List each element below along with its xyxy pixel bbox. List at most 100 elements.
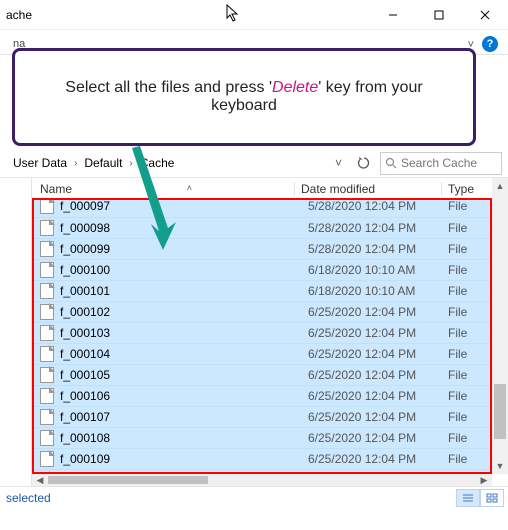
file-rows: f_000097 5/28/2020 12:04 PM File f_00009… [32, 200, 492, 474]
file-name: f_000102 [60, 305, 110, 319]
file-icon [40, 451, 54, 467]
file-type: File [448, 452, 492, 466]
search-input[interactable] [401, 156, 485, 170]
file-icon [40, 304, 54, 320]
file-date: 6/25/2020 12:04 PM [308, 431, 448, 445]
file-list: Name ˄ Date modified Type f_000097 5/28/… [32, 178, 508, 486]
scroll-up-icon[interactable]: ▲ [492, 178, 508, 194]
details-view-button[interactable] [456, 489, 480, 507]
maximize-icon [434, 10, 444, 20]
file-type: File [448, 242, 492, 256]
file-name: f_000097 [60, 200, 110, 213]
scroll-left-icon[interactable]: ◀ [32, 474, 48, 486]
file-date: 6/25/2020 12:04 PM [308, 452, 448, 466]
file-icon [40, 241, 54, 257]
cursor-icon [226, 4, 242, 24]
scroll-thumb[interactable] [48, 476, 208, 484]
file-type: File [448, 326, 492, 340]
refresh-button[interactable] [352, 152, 376, 175]
file-date: 6/18/2020 10:10 AM [308, 263, 448, 277]
file-row[interactable]: f_000103 6/25/2020 12:04 PM File [32, 323, 492, 344]
file-name: f_000101 [60, 284, 110, 298]
large-icons-view-button[interactable] [480, 489, 504, 507]
file-date: 6/25/2020 12:04 PM [308, 326, 448, 340]
callout-keyword: Delete [272, 79, 318, 96]
file-row[interactable]: f_000108 6/25/2020 12:04 PM File [32, 428, 492, 449]
column-name-label: Name [40, 182, 72, 196]
main-area: Name ˄ Date modified Type f_000097 5/28/… [0, 178, 508, 486]
refresh-icon [357, 156, 371, 170]
help-icon[interactable]: ? [482, 36, 498, 52]
file-icon [40, 325, 54, 341]
address-row: User Data › Default › Cache ˅ [0, 149, 508, 177]
breadcrumb-seg-1[interactable]: User Data [10, 156, 70, 170]
column-date[interactable]: Date modified [301, 182, 441, 196]
file-row[interactable]: f_000098 5/28/2020 12:04 PM File [32, 218, 492, 239]
file-name: f_000108 [60, 431, 110, 445]
breadcrumb-dropdown-icon[interactable]: ˅ [329, 156, 348, 170]
file-name: f_000099 [60, 242, 110, 256]
search-box[interactable] [380, 152, 502, 175]
window-title: ache [6, 8, 32, 22]
file-date: 6/25/2020 12:04 PM [308, 389, 448, 403]
file-row[interactable]: f_000107 6/25/2020 12:04 PM File [32, 407, 492, 428]
file-name: f_000104 [60, 347, 110, 361]
file-name: f_000105 [60, 368, 110, 382]
file-type: File [448, 263, 492, 277]
file-row[interactable]: f_000099 5/28/2020 12:04 PM File [32, 239, 492, 260]
column-type[interactable]: Type [448, 182, 492, 196]
file-row[interactable]: f_000101 6/18/2020 10:10 AM File [32, 281, 492, 302]
file-row[interactable]: f_000102 6/25/2020 12:04 PM File [32, 302, 492, 323]
file-row[interactable]: f_000105 6/25/2020 12:04 PM File [32, 365, 492, 386]
close-icon [480, 10, 490, 20]
close-button[interactable] [462, 0, 508, 30]
file-type: File [448, 305, 492, 319]
scroll-thumb[interactable] [494, 384, 506, 439]
file-type: File [448, 389, 492, 403]
status-text: selected [6, 491, 51, 505]
file-date: 6/25/2020 12:04 PM [308, 305, 448, 319]
file-name: f_000106 [60, 389, 110, 403]
details-view-icon [462, 493, 474, 503]
maximize-button[interactable] [416, 0, 462, 30]
view-toggles [456, 489, 504, 507]
file-name: f_000100 [60, 263, 110, 277]
file-row[interactable]: f_000109 6/25/2020 12:04 PM File [32, 449, 492, 470]
large-icons-icon [486, 493, 498, 503]
chevron-right-icon[interactable]: › [70, 158, 81, 169]
file-date: 5/28/2020 12:04 PM [308, 221, 448, 235]
column-headers: Name ˄ Date modified Type [32, 178, 508, 200]
scroll-right-icon[interactable]: ▶ [476, 474, 492, 486]
title-bar: ache [0, 0, 508, 30]
file-row[interactable]: f_000104 6/25/2020 12:04 PM File [32, 344, 492, 365]
file-name: f_000098 [60, 221, 110, 235]
file-icon [40, 200, 54, 214]
status-bar: selected [0, 486, 508, 508]
file-date: 5/28/2020 12:04 PM [308, 242, 448, 256]
file-icon [40, 220, 54, 236]
navigation-pane[interactable] [0, 178, 32, 486]
callout-text-before: Select all the files and press ' [65, 79, 272, 96]
horizontal-scrollbar[interactable]: ◀ ▶ [32, 474, 492, 486]
file-icon [40, 283, 54, 299]
file-row[interactable]: f_000100 6/18/2020 10:10 AM File [32, 260, 492, 281]
window-buttons [370, 0, 508, 30]
scroll-down-icon[interactable]: ▼ [492, 458, 508, 474]
file-name: f_000107 [60, 410, 110, 424]
file-row[interactable]: f_000106 6/25/2020 12:04 PM File [32, 386, 492, 407]
file-type: File [448, 431, 492, 445]
file-icon [40, 346, 54, 362]
vertical-scrollbar[interactable]: ▲ ▼ [492, 178, 508, 474]
file-type: File [448, 200, 492, 213]
callout-arrow-icon [128, 146, 178, 256]
file-name: f_000103 [60, 326, 110, 340]
sort-asc-icon: ˄ [187, 183, 192, 193]
minimize-button[interactable] [370, 0, 416, 30]
minimize-icon [388, 10, 398, 20]
breadcrumb-seg-2[interactable]: Default [81, 156, 125, 170]
file-type: File [448, 410, 492, 424]
file-date: 6/25/2020 12:04 PM [308, 347, 448, 361]
file-icon [40, 262, 54, 278]
file-row[interactable]: f_000097 5/28/2020 12:04 PM File [32, 200, 492, 218]
file-date: 6/18/2020 10:10 AM [308, 284, 448, 298]
